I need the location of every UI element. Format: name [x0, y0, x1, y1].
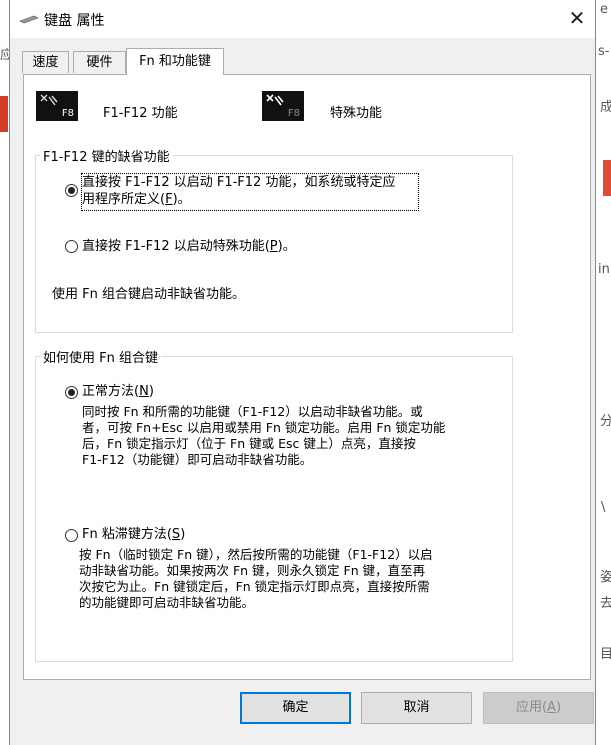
- option-line: 直接按 F1-F12 以启动 F1-F12 功能，如系统或特定应: [82, 175, 396, 190]
- background-text: 分: [600, 414, 611, 429]
- option-special-label[interactable]: 直接按 F1-F12 以启动特殊功能(P)。: [82, 238, 296, 255]
- fkey-glyph-icon: [266, 94, 284, 106]
- special-key-icon: F8: [262, 91, 304, 121]
- radio-normal-method[interactable]: [65, 386, 78, 399]
- key-label: F8: [287, 108, 300, 119]
- radio-sticky-method[interactable]: [65, 529, 78, 542]
- sticky-method-label[interactable]: Fn 粘滞键方法(S): [82, 526, 185, 543]
- radio-fkey-default[interactable]: [65, 184, 78, 197]
- background-text: \: [601, 500, 606, 515]
- background-red-mark: [0, 96, 8, 132]
- f8-key-icon: F8: [36, 91, 78, 121]
- normal-method-description: 同时按 Fn 和所需的功能键（F1-F12）以启动非缺省功能。或 者，可按 Fn…: [82, 404, 446, 467]
- fn-note-text: 使用 Fn 组合键启动非缺省功能。: [52, 287, 245, 302]
- tab-panel: F8 F1-F12 功能 F8 特殊功能 F1-F12 键的缺省功能 直接按 F…: [23, 74, 591, 680]
- apply-button[interactable]: 应用(A): [483, 692, 594, 724]
- background-text: e: [600, 2, 608, 17]
- tab-fn-function-keys[interactable]: Fn 和功能键: [126, 48, 224, 75]
- key-label: F8: [61, 108, 74, 119]
- special-mode-label: 特殊功能: [330, 106, 383, 121]
- option-fkey-label[interactable]: 直接按 F1-F12 以启动 F1-F12 功能，如系统或特定应 用程序所定义(…: [82, 174, 395, 208]
- fkey-glyph-icon: [40, 94, 58, 106]
- background-text: s-: [598, 44, 610, 59]
- radio-special-default[interactable]: [65, 240, 78, 253]
- title-bar: 键盘 属性 ✕: [10, 0, 595, 38]
- background-red-mark-right: [603, 160, 611, 196]
- background-text: 去: [600, 596, 611, 611]
- normal-method-label[interactable]: 正常方法(N): [82, 383, 154, 400]
- option-line: 用程序所定义(F)。: [82, 192, 191, 207]
- background-text: 姿: [600, 570, 611, 585]
- tab-hardware[interactable]: 硬件: [73, 51, 126, 73]
- window-title: 键盘 属性: [44, 13, 105, 29]
- fkey-mode-label: F1-F12 功能: [103, 106, 178, 121]
- ok-button[interactable]: 确定: [240, 692, 351, 724]
- sticky-method-description: 按 Fn（临时锁定 Fn 键），然后按所需的功能键（F1-F12）以启 动非缺省…: [79, 547, 433, 610]
- background-text: in: [598, 262, 610, 277]
- keyboard-properties-dialog: 键盘 属性 ✕ 速度 硬件 Fn 和功能键 F8 F1-F12 功能 F8 特殊…: [9, 0, 596, 745]
- background-text: 成: [600, 100, 611, 115]
- keyboard-icon: [19, 15, 39, 24]
- cancel-button[interactable]: 取消: [361, 692, 472, 724]
- close-button[interactable]: ✕: [562, 4, 592, 32]
- group-title: 如何使用 Fn 组合键: [43, 351, 158, 366]
- group-title: F1-F12 键的缺省功能: [43, 150, 170, 165]
- background-text: 目: [600, 647, 611, 662]
- tab-speed[interactable]: 速度: [22, 51, 69, 73]
